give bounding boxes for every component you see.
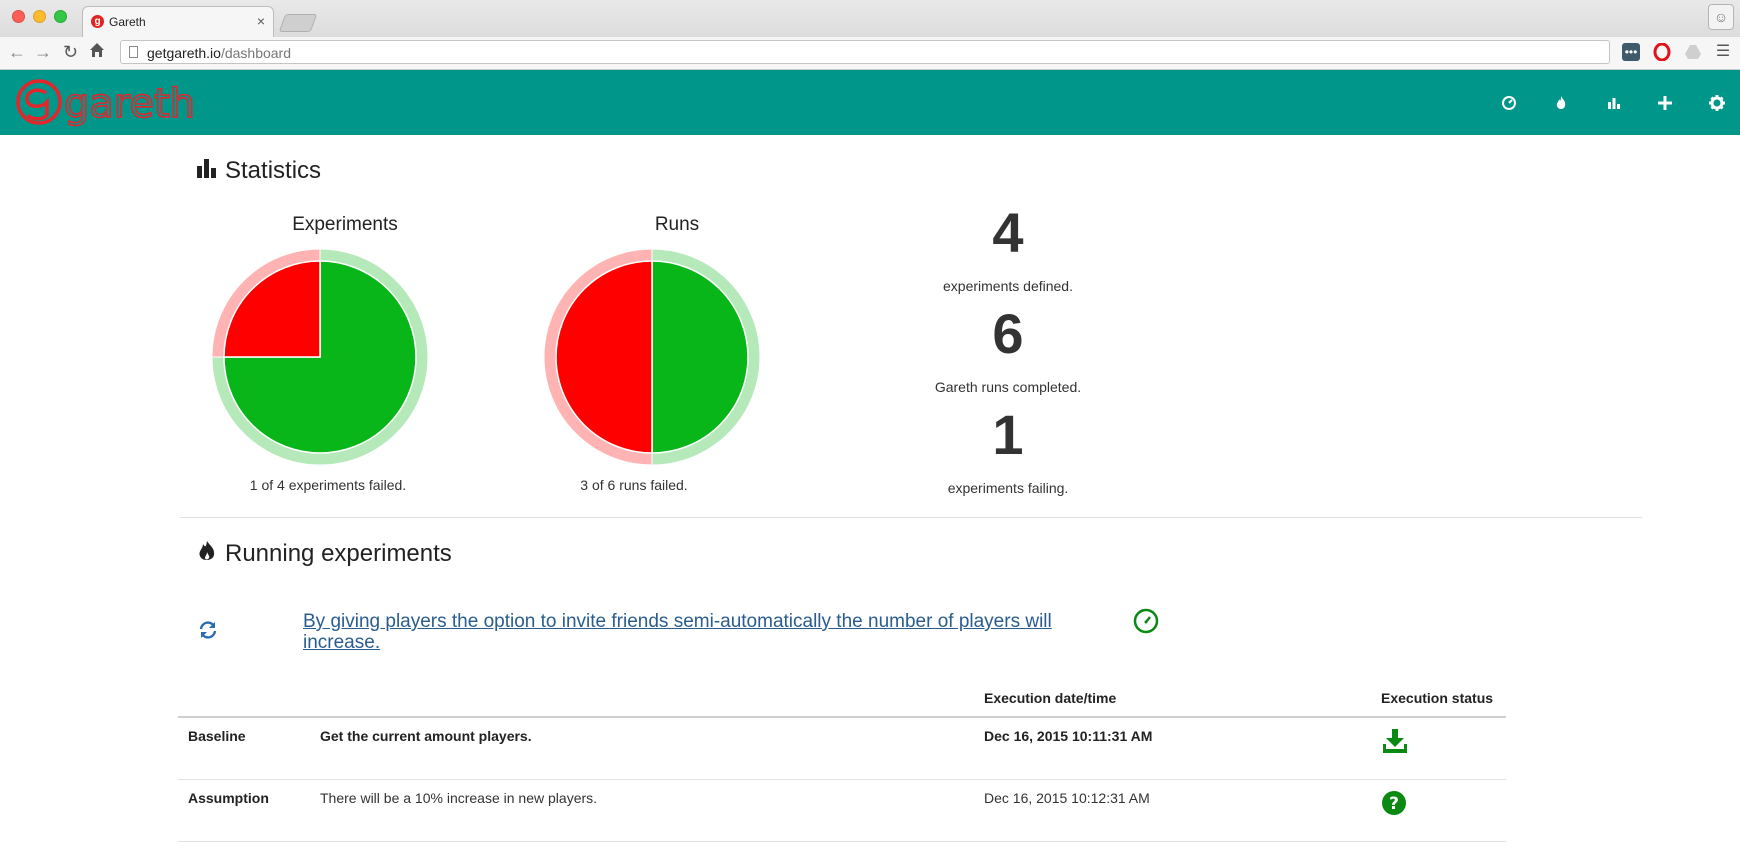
statistics-heading: Statistics (225, 157, 322, 184)
close-window-button[interactable] (12, 10, 25, 23)
browser-tab[interactable]: g Gareth × (82, 6, 274, 38)
home-icon[interactable] (89, 42, 105, 62)
experiments-defined-label: experiments defined. (943, 278, 1073, 294)
gareth-favicon-icon: g (91, 15, 104, 28)
refresh-icon[interactable] (197, 619, 219, 646)
tab-title: Gareth (109, 15, 146, 29)
gear-icon[interactable] (1706, 92, 1728, 114)
bar-chart-icon[interactable] (1603, 92, 1625, 114)
dashboard-icon[interactable] (1133, 608, 1159, 639)
dashboard-icon[interactable] (1498, 92, 1520, 114)
reload-icon[interactable]: ↻ (63, 42, 78, 62)
header-execution-datetime: Execution date/time (984, 690, 1117, 706)
experiments-defined-count: 4 (992, 201, 1024, 264)
row-description: Get the current amount players. (320, 728, 532, 744)
question-icon[interactable]: ? (1381, 790, 1407, 821)
back-arrow-icon[interactable]: ← (8, 42, 26, 62)
zoom-window-button[interactable] (54, 10, 67, 23)
opera-extension-icon[interactable] (1653, 42, 1671, 62)
gareth-logo[interactable]: gareth (16, 75, 206, 132)
fire-icon (196, 540, 218, 569)
extension-ellipsis-icon[interactable]: ••• (1622, 43, 1640, 61)
table-row-border (178, 779, 1506, 780)
window-controls (12, 10, 67, 23)
runs-completed-label: Gareth runs completed. (934, 379, 1082, 395)
url-text: getgareth.io/dashboard (147, 45, 292, 61)
app-header: gareth (0, 70, 1740, 135)
tab-close-icon[interactable]: × (257, 13, 265, 29)
plus-icon[interactable] (1654, 92, 1676, 114)
bar-chart-icon (196, 157, 218, 184)
runs-pie-chart (543, 248, 761, 466)
table-header-border (178, 716, 1506, 718)
row-description: There will be a 10% increase in new play… (320, 790, 598, 806)
runs-chart-caption: 3 of 6 runs failed. (580, 477, 688, 493)
running-experiments-heading: Running experiments (225, 540, 452, 567)
runs-completed-count: 6 (992, 302, 1024, 365)
browser-toolbar: ← → ↻ getgareth.io/dashboard ••• ☰ (0, 37, 1740, 70)
download-icon[interactable] (1382, 728, 1408, 759)
row-datetime: Dec 16, 2015 10:11:31 AM (984, 728, 1153, 744)
row-kind: Assumption (188, 790, 269, 806)
drive-extension-icon[interactable] (1684, 43, 1702, 61)
experiments-failing-label: experiments failing. (947, 480, 1069, 496)
pie-slice-failed (223, 260, 321, 358)
table-row-border (178, 841, 1506, 842)
minimize-window-button[interactable] (33, 10, 46, 23)
section-divider (180, 517, 1642, 518)
experiments-failing-count: 1 (992, 403, 1024, 466)
browser-tab-bar: g Gareth × ☺ (0, 0, 1740, 38)
row-datetime: Dec 16, 2015 10:12:31 AM (984, 790, 1150, 806)
svg-text:gareth: gareth (64, 81, 195, 127)
experiments-chart-caption: 1 of 4 experiments failed. (249, 477, 407, 493)
experiments-chart-title: Experiments (292, 214, 398, 235)
forward-arrow-icon[interactable]: → (34, 42, 52, 62)
menu-icon[interactable]: ☰ (1714, 43, 1732, 61)
page-icon (129, 46, 138, 58)
address-bar[interactable]: getgareth.io/dashboard (120, 40, 1610, 64)
header-execution-status: Execution status (1381, 690, 1494, 706)
new-tab-button[interactable] (278, 14, 318, 32)
profile-icon[interactable]: ☺ (1708, 4, 1734, 30)
experiments-pie-chart (211, 248, 429, 466)
runs-chart-title: Runs (654, 214, 700, 235)
experiment-link[interactable]: By giving players the option to invite f… (303, 611, 1093, 653)
row-kind: Baseline (188, 728, 246, 744)
svg-text:?: ? (1389, 794, 1399, 814)
fire-icon[interactable] (1550, 92, 1572, 114)
